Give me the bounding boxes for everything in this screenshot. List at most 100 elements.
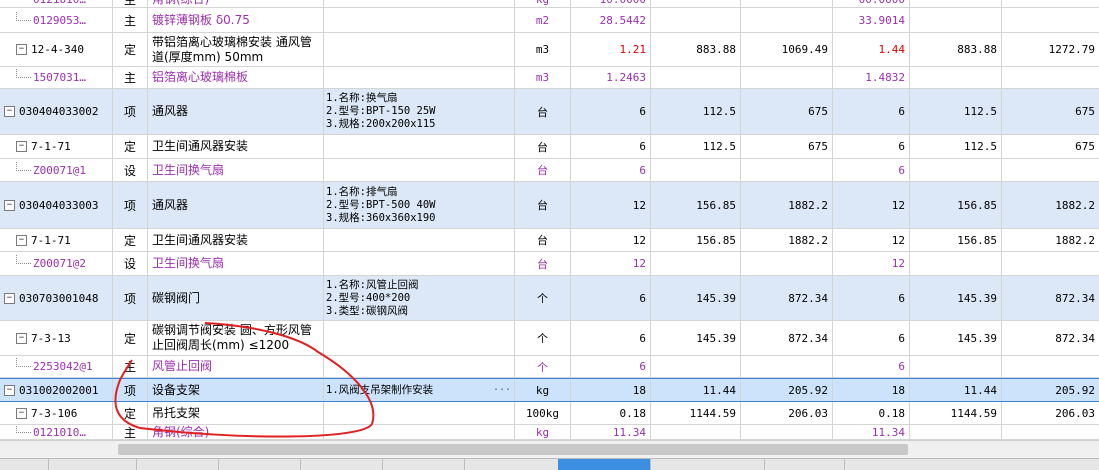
cell-code[interactable]: Z00071@2 xyxy=(0,252,113,275)
cell-p1: 145.39 xyxy=(651,321,741,355)
q2-value: 33.9014 xyxy=(858,13,905,27)
cell-p2 xyxy=(910,8,1002,32)
cell-code[interactable]: 0121010… xyxy=(0,0,113,7)
cell-feat: 1.名称:排气扇 2.型号:BPT-500 40W 3.规格:360x360x1… xyxy=(324,182,515,228)
cell-q1: 6 xyxy=(571,89,651,134)
collapse-toggle-icon[interactable]: − xyxy=(16,44,27,55)
q2-value: 6 xyxy=(898,163,905,177)
p2-value: 11.44 xyxy=(963,383,997,397)
unit-value: 台 xyxy=(537,105,548,119)
cell-name: 卫生间换气扇 xyxy=(148,159,324,181)
table-row[interactable]: 0129053… 主 镀锌薄钢板 δ0.75 m2 28.5442 33.9014 xyxy=(0,8,1099,33)
cell-t2: 872.34 xyxy=(1002,321,1099,355)
cell-name: 碳钢调节阀安装 圆、方形风管止回阀周长(mm) ≤1200 xyxy=(148,321,324,355)
cell-code[interactable]: −7-1-71 xyxy=(0,135,113,158)
cell-q1: 12 xyxy=(571,252,651,275)
tab-9[interactable] xyxy=(650,459,765,470)
tab-3[interactable] xyxy=(136,459,219,470)
type-value: 主 xyxy=(123,13,136,28)
bill-item-row[interactable]: −030404033003 项 通风器 1.名称:排气扇 2.型号:BPT-500 4… xyxy=(0,182,1099,229)
scroll-thumb[interactable] xyxy=(118,444,908,455)
table-row[interactable]: 0121010… 主 角钢(综合) kg 10.0000 00.0000 xyxy=(0,0,1099,8)
collapse-toggle-icon[interactable]: − xyxy=(4,199,15,211)
collapse-toggle-icon[interactable]: − xyxy=(16,332,27,344)
tab-5[interactable] xyxy=(300,459,383,470)
table-row[interactable]: −7-3-13 定 碳钢调节阀安装 圆、方形风管止回阀周长(mm) ≤1200 个 6 1… xyxy=(0,321,1099,356)
item-code: 1507031… xyxy=(33,71,86,84)
q2-value: 6 xyxy=(898,105,905,118)
cell-code[interactable]: −12-4-340 xyxy=(0,33,113,66)
bill-item-row[interactable]: −030404033002 项 通风器 1.名称:换气扇 2.型号:BPT-150 2… xyxy=(0,89,1099,135)
unit-value: 100kg xyxy=(525,406,560,420)
q1-value: 10.0000 xyxy=(600,0,646,6)
p1-value: 1144.59 xyxy=(689,406,736,420)
cell-unit: 台 xyxy=(515,159,571,181)
tab-6[interactable] xyxy=(382,459,465,470)
cell-code[interactable]: 0129053… xyxy=(0,8,113,32)
table-row[interactable]: Z00071@1 设 卫生间换气扇 台 6 6 xyxy=(0,159,1099,182)
table-row[interactable]: 1507031… 主 铝箔离心玻璃棉板 m3 1.2463 1.4832 xyxy=(0,67,1099,89)
name-value: 铝箔离心玻璃棉板 xyxy=(152,70,249,84)
bill-item-row[interactable]: −030703001048 项 碳钢阀门 1.名称:风管止回阀 2.型号:400*20… xyxy=(0,276,1099,321)
cell-code[interactable]: 1507031… xyxy=(0,67,113,88)
cell-code[interactable]: −030404033002 xyxy=(0,89,113,134)
unit-value: m3 xyxy=(535,43,550,56)
cell-p2 xyxy=(910,67,1002,88)
cell-feat xyxy=(324,8,515,32)
collapse-toggle-icon[interactable]: − xyxy=(4,384,15,396)
cell-code[interactable]: −7-3-13 xyxy=(0,321,113,355)
cell-q1: 18 xyxy=(571,379,651,401)
tab-10[interactable] xyxy=(764,459,845,470)
collapse-toggle-icon[interactable]: − xyxy=(4,106,15,117)
tab-2[interactable] xyxy=(48,459,137,470)
table-row[interactable]: Z00071@2 设 卫生间换气扇 台 12 12 xyxy=(0,252,1099,276)
cell-code[interactable]: −7-1-71 xyxy=(0,229,113,251)
cell-code[interactable]: −7-3-106 xyxy=(0,402,113,424)
cell-code[interactable]: −030703001048 xyxy=(0,276,113,320)
collapse-toggle-icon[interactable]: − xyxy=(16,141,27,152)
q2-value: 6 xyxy=(898,331,905,345)
q1-value: 12 xyxy=(632,233,646,247)
cell-code[interactable]: 0121010… xyxy=(0,425,113,439)
name-value: 通风器 xyxy=(152,104,189,118)
name-value: 角钢(综合) xyxy=(152,425,210,439)
more-options-icon[interactable]: ··· xyxy=(493,384,511,397)
q1-value: 12 xyxy=(632,257,646,270)
cell-code[interactable]: −031002002001 xyxy=(0,379,113,401)
cell-q2: 6 xyxy=(833,135,910,158)
t2-value: 872.34 xyxy=(1055,331,1095,345)
cell-feat xyxy=(324,159,515,181)
table-row[interactable]: −7-1-71 定 卫生间通风器安装 台 12 156.85 1882.2 12 156.85 1… xyxy=(0,229,1099,252)
item-code: 030404033003 xyxy=(19,198,99,212)
q2-value: 12 xyxy=(891,233,905,247)
q2-value: 12 xyxy=(891,198,905,212)
cell-type: 主 xyxy=(113,356,148,377)
table-row[interactable]: 0121010… 主 角钢(综合) kg 11.34 11.34 xyxy=(0,425,1099,440)
item-code: Z00071@1 xyxy=(33,163,86,177)
type-value: 主 xyxy=(123,0,136,7)
cell-q2: 33.9014 xyxy=(833,8,910,32)
cell-type: 定 xyxy=(113,33,148,66)
tab-4[interactable] xyxy=(218,459,301,470)
cell-code[interactable]: Z00071@1 xyxy=(0,159,113,181)
table-row[interactable]: 2253042@1 主 风管止回阀 个 6 6 xyxy=(0,356,1099,378)
horizontal-scrollbar[interactable] xyxy=(0,440,1099,459)
cell-t2: 205.92 xyxy=(1002,379,1099,401)
collapse-toggle-icon[interactable]: − xyxy=(16,234,27,246)
collapse-toggle-icon[interactable]: − xyxy=(16,407,27,419)
table-row[interactable]: −7-3-106 定 吊托支架 100kg 0.18 1144.59 206.03 0.18 1… xyxy=(0,402,1099,425)
table-row[interactable]: −12-4-340 定 带铝箔离心玻璃棉安装 通风管道(厚度mm) 50mm m3 1.… xyxy=(0,33,1099,67)
table-row[interactable]: −7-1-71 定 卫生间通风器安装 台 6 112.5 675 6 112.5 675 xyxy=(0,135,1099,159)
t2-value: 675 xyxy=(1075,105,1095,118)
q1-value: 0.18 xyxy=(619,406,647,420)
cell-t2 xyxy=(1002,0,1099,7)
tab-7[interactable] xyxy=(464,459,559,470)
bill-item-row[interactable]: −031002002001 项 设备支架 1.风阀支吊架制作安装 ··· kg 18 11.4… xyxy=(0,378,1099,402)
tab-1[interactable] xyxy=(0,459,49,470)
cell-code[interactable]: 2253042@1 xyxy=(0,356,113,377)
cell-p2: 11.44 xyxy=(910,379,1002,401)
cell-p1 xyxy=(651,252,741,275)
cell-code[interactable]: −030404033003 xyxy=(0,182,113,228)
tab-8-active[interactable] xyxy=(558,459,651,470)
collapse-toggle-icon[interactable]: − xyxy=(4,292,15,304)
